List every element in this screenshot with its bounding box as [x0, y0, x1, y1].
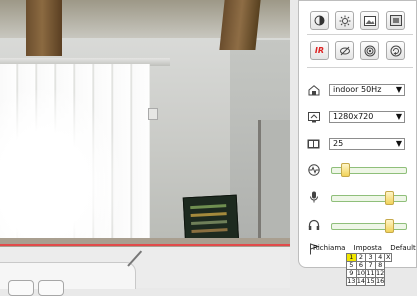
- motion-slider-knob[interactable]: [341, 163, 350, 177]
- microphone-slider-knob[interactable]: [385, 191, 394, 205]
- microphone-icon: [307, 191, 320, 203]
- control-panel: IR indoor 50Hz ▼ 1280x720 ▼ 25 ▼: [298, 0, 417, 268]
- preset-labels: Richiama Imposta Default: [313, 244, 417, 252]
- rotate-icon[interactable]: [386, 41, 405, 60]
- environment-select[interactable]: indoor 50Hz ▼: [329, 84, 405, 96]
- ir-off-icon[interactable]: [335, 41, 354, 60]
- resolution-icon: [307, 111, 320, 123]
- brightness-icon[interactable]: [310, 11, 329, 30]
- video-feed[interactable]: [0, 0, 290, 247]
- activity-icon: [307, 164, 320, 176]
- exposure-icon[interactable]: [335, 11, 354, 30]
- microphone-slider[interactable]: [331, 191, 407, 205]
- video-beam-left: [26, 0, 62, 56]
- separator: [307, 34, 413, 35]
- preset-cell[interactable]: 14: [355, 277, 367, 286]
- resolution-value: 1280x720: [333, 112, 374, 121]
- chevron-down-icon: ▼: [395, 85, 402, 94]
- video-beam-right: [219, 0, 261, 50]
- preset-grid: 1 2 3 4 X 5 6 7 8 9 10 11 12 13 14 15 16: [346, 253, 392, 286]
- preset-cell[interactable]: 15: [365, 277, 376, 286]
- target-icon[interactable]: [360, 41, 379, 60]
- video-glare: [0, 90, 120, 247]
- speaker-slider[interactable]: [331, 219, 407, 233]
- ir-button[interactable]: IR: [310, 41, 329, 60]
- headphones-icon: [307, 219, 320, 231]
- preset-cell[interactable]: 13: [346, 277, 357, 286]
- video-door-frame: [258, 120, 290, 240]
- chevron-down-icon: ▼: [395, 112, 402, 121]
- recall-label[interactable]: Richiama: [313, 244, 345, 252]
- environment-value: indoor 50Hz: [333, 85, 382, 94]
- framerate-icon: [307, 138, 320, 150]
- set-label[interactable]: Imposta: [354, 244, 382, 252]
- image-icon[interactable]: [360, 11, 379, 30]
- default-label[interactable]: Default: [390, 244, 416, 252]
- framerate-value: 25: [333, 139, 344, 148]
- preset-cell[interactable]: 16: [374, 277, 386, 286]
- video-light-switch: [148, 108, 158, 120]
- display-icon[interactable]: [386, 11, 405, 30]
- framerate-select[interactable]: 25 ▼: [329, 138, 405, 150]
- bottom-button-1[interactable]: [8, 280, 34, 296]
- resolution-select[interactable]: 1280x720 ▼: [329, 111, 405, 123]
- ir-label: IR: [314, 46, 325, 55]
- separator: [307, 67, 413, 68]
- motion-slider[interactable]: [331, 163, 407, 177]
- bottom-button-2[interactable]: [38, 280, 64, 296]
- environment-icon: [307, 84, 320, 96]
- chevron-down-icon: ▼: [395, 139, 402, 148]
- speaker-slider-knob[interactable]: [385, 219, 394, 233]
- preset-clear-cell[interactable]: X: [384, 253, 392, 262]
- video-border-line: [0, 244, 290, 246]
